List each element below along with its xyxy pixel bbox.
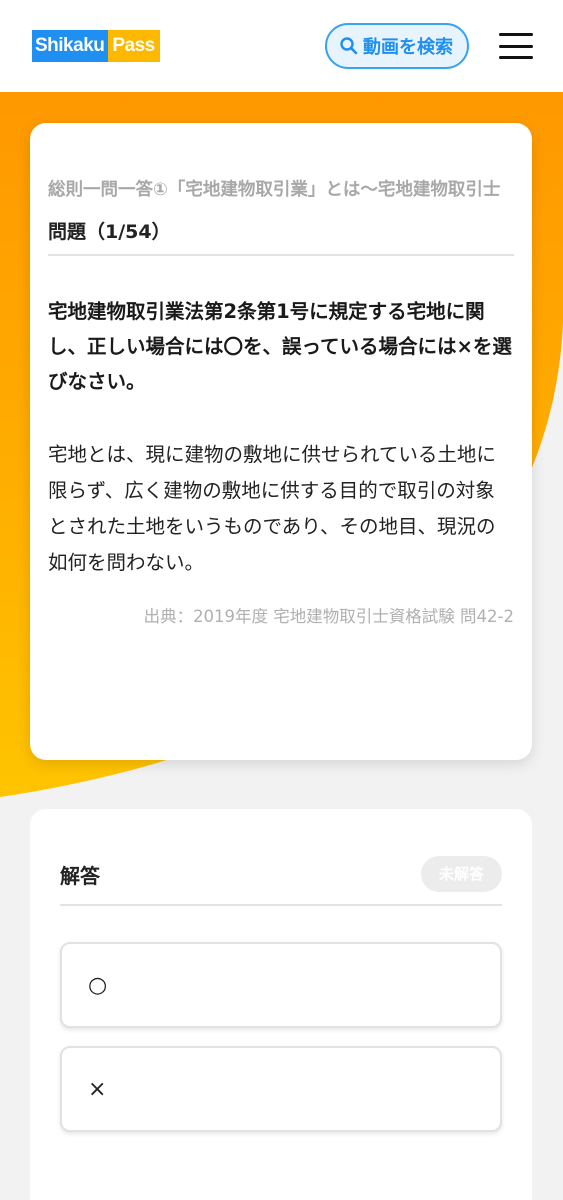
question-number: 問題（1/54） — [48, 217, 514, 256]
logo-text-pass: Pass — [108, 30, 160, 62]
question-card: 総則一問一答①「宅地建物取引業」とは〜宅地建物取引士 問題（1/54） 宅地建物… — [30, 123, 532, 760]
search-icon — [340, 37, 358, 55]
choice-correct-button[interactable]: ○ — [60, 942, 502, 1028]
choice-incorrect-button[interactable]: × — [60, 1046, 502, 1132]
question-category: 総則一問一答①「宅地建物取引業」とは〜宅地建物取引士 — [48, 180, 501, 200]
video-search-label: 動画を検索 — [363, 37, 453, 58]
question-source: 出典：2019年度 宅地建物取引士資格試験 問42-2 — [143, 607, 514, 626]
answer-header: 解答 未解答 — [60, 856, 502, 906]
menu-bar — [499, 33, 533, 36]
choice-label: × — [88, 1076, 107, 1102]
status-badge: 未解答 — [420, 856, 502, 892]
question-statement: 宅地とは、現に建物の敷地に供せられている土地に限らず、広く建物の敷地に供する目的… — [48, 443, 496, 574]
site-logo[interactable]: Shikaku Pass — [32, 30, 160, 62]
hamburger-menu-icon[interactable] — [499, 33, 533, 59]
menu-bar — [499, 44, 533, 48]
header-actions: 動画を検索 — [325, 23, 533, 69]
question-instruction: 宅地建物取引業法第2条第1号に規定する宅地に関し、正しい場合には〇を、誤っている… — [48, 300, 512, 393]
site-header: Shikaku Pass 動画を検索 — [0, 0, 563, 92]
video-search-button[interactable]: 動画を検索 — [325, 23, 469, 69]
choice-label: ○ — [88, 972, 108, 998]
logo-text-shikaku: Shikaku — [32, 30, 109, 62]
answer-card: 解答 未解答 ○ × — [30, 809, 532, 1200]
menu-bar — [499, 56, 533, 59]
answer-title: 解答 — [60, 863, 100, 888]
